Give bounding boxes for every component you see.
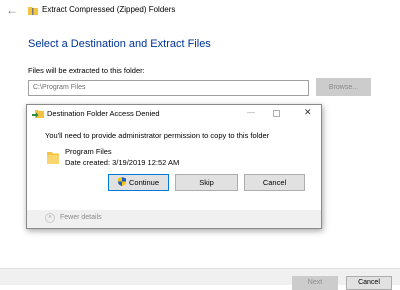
folder-move-icon: [32, 110, 44, 118]
back-arrow-icon[interactable]: ←: [6, 3, 18, 17]
destination-path-input[interactable]: C:\Program Files: [28, 80, 309, 96]
wizard-cancel-button[interactable]: Cancel: [346, 276, 392, 290]
close-icon[interactable]: ✕: [304, 107, 312, 118]
next-button[interactable]: Next: [292, 276, 338, 290]
fewer-details-link[interactable]: Fewer details: [60, 214, 102, 221]
chevron-up-icon[interactable]: ˄: [45, 213, 55, 223]
dialog-title-bar: Destination Folder Access Denied — ✕: [27, 105, 321, 122]
wizard-heading: Select a Destination and Extract Files: [28, 38, 211, 50]
browse-button[interactable]: Browse...: [316, 78, 371, 96]
maximize-icon[interactable]: [273, 110, 280, 117]
skip-button[interactable]: Skip: [175, 174, 238, 191]
dialog-body: You'll need to provide administrator per…: [27, 122, 321, 210]
folder-name: Program Files: [65, 147, 112, 156]
minimize-icon[interactable]: —: [247, 108, 255, 117]
destination-label: Files will be extracted to this folder:: [28, 66, 145, 75]
uac-shield-icon: [117, 177, 126, 186]
wizard-footer: [0, 268, 400, 285]
dialog-footer: ˄ Fewer details: [27, 210, 321, 228]
zip-folder-icon: [28, 7, 38, 15]
dialog-cancel-button[interactable]: Cancel: [244, 174, 305, 191]
wizard-title: Extract Compressed (Zipped) Folders: [42, 5, 176, 14]
permission-message: You'll need to provide administrator per…: [45, 131, 270, 140]
dialog-title: Destination Folder Access Denied: [47, 109, 160, 118]
continue-button[interactable]: Continue: [108, 174, 169, 191]
wizard-title-bar: ← Extract Compressed (Zipped) Folders: [0, 0, 400, 24]
continue-label: Continue: [128, 178, 160, 187]
access-denied-dialog: Destination Folder Access Denied — ✕ You…: [26, 104, 322, 229]
folder-icon: [47, 152, 59, 164]
folder-date-created: Date created: 3/19/2019 12:52 AM: [65, 158, 180, 167]
